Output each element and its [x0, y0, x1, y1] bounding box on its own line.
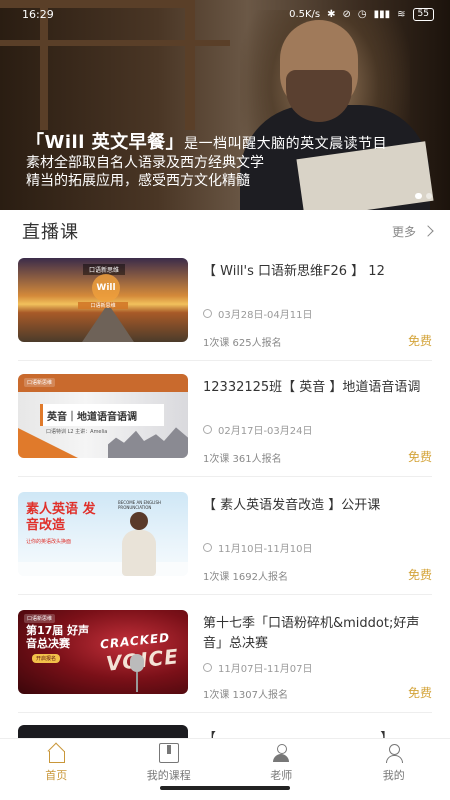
course-price: 免费 — [407, 568, 432, 582]
banner-title: 「Will 英文早餐」 — [26, 132, 185, 153]
divider — [18, 476, 432, 477]
clock-icon — [203, 663, 212, 672]
bluetooth-icon: ✱ — [327, 8, 336, 20]
thumb-logo: Will — [92, 274, 120, 302]
course-date-text: 11月07日-11月07日 — [218, 664, 313, 675]
status-bar: 16:29 0.5K/s ✱ ⊘ ◷ ▮▮▮ ≋ 55 — [0, 0, 450, 28]
course-date-text: 11月10日-11月10日 — [218, 544, 313, 555]
thumb-headline: 第17届 好声音总决赛 — [26, 624, 90, 650]
thumb-sub: 让你的英语改头换面 — [26, 539, 72, 545]
mute-icon: ⊘ — [342, 8, 351, 20]
wifi-icon: ≋ — [397, 8, 406, 20]
course-card[interactable]: 口语新思维 第17届 好声音总决赛 开启报名 CRACKED VOICE 第十七… — [18, 610, 432, 710]
course-title: 12332125班【 英音 】地道语音语调 — [203, 380, 421, 395]
thumb-headline: 英音｜地道语音语调 — [40, 404, 164, 426]
tab-teacher[interactable]: 老师 — [231, 743, 331, 783]
user-icon — [384, 743, 404, 763]
clock-icon — [203, 425, 212, 434]
thumb-tag: 口语新思维 — [78, 302, 128, 309]
course-title: 【 素人英语发音改造 】公开课 — [203, 498, 381, 513]
more-link[interactable]: 更多 — [391, 223, 434, 240]
course-thumbnail: 素人英语 发音改造 让你的英语改头换面 BECOME AN ENGLISH PR… — [18, 492, 188, 576]
clock-icon — [203, 309, 212, 318]
carousel-dot[interactable] — [415, 193, 422, 199]
divider — [18, 360, 432, 361]
network-speed: 0.5K/s — [289, 8, 321, 20]
home-icon — [46, 743, 66, 763]
banner-text: 「Will 英文早餐」是一档叫醒大脑的英文晨读节目 素材全部取自名人语录及西方经… — [26, 128, 387, 190]
divider — [18, 712, 432, 713]
course-date-text: 02月17日-03月24日 — [218, 426, 313, 437]
course-price: 免费 — [407, 334, 432, 348]
course-meta: 1次课 1307人报名 — [203, 690, 288, 701]
clock-icon — [203, 543, 212, 552]
course-date: 11月07日-11月07日 — [203, 660, 313, 675]
section-title: 直播课 — [22, 222, 79, 243]
tab-home[interactable]: 首页 — [6, 743, 106, 783]
bottom-tab-bar: 首页 我的课程 老师 我的 — [0, 738, 450, 800]
book-icon — [158, 743, 179, 763]
home-indicator — [160, 786, 290, 790]
thumb-brand: 口语新思维 — [24, 614, 56, 623]
divider — [18, 594, 432, 595]
tab-me[interactable]: 我的 — [344, 743, 444, 783]
carousel-dot[interactable] — [426, 193, 432, 199]
microphone-icon — [130, 654, 144, 672]
tab-label: 我的课程 — [146, 769, 191, 782]
course-title: 【 Will's 口语新思维F26 】 12 — [203, 264, 385, 279]
course-meta: 1次课 1692人报名 — [203, 572, 288, 583]
course-thumbnail: 口语新思维 Will 口语新思维 — [18, 258, 188, 342]
thumb-brand: 口语新思维 — [24, 378, 56, 387]
status-icons: 0.5K/s ✱ ⊘ ◷ ▮▮▮ ≋ 55 — [289, 7, 434, 21]
status-time: 16:29 — [22, 7, 54, 21]
thumb-en: BECOME AN ENGLISH PRONUNCIATION — [118, 500, 162, 510]
teacher-icon — [271, 743, 291, 763]
more-label: 更多 — [391, 224, 416, 239]
course-title: 第十七季「口语粉碎机&middot;好声音」总决赛 — [203, 616, 420, 651]
thumb-sub: 口语特训 L2 主讲：Amelia — [46, 429, 108, 435]
course-thumbnail: 口语新思维 第17届 好声音总决赛 开启报名 CRACKED VOICE — [18, 610, 188, 694]
thumb-pill: 开启报名 — [32, 654, 61, 663]
banner-line-2: 精当的拓展应用，感受西方文化精髓 — [26, 173, 250, 189]
tab-my-courses[interactable]: 我的课程 — [119, 743, 219, 783]
battery-icon: 55 — [412, 7, 434, 21]
course-date: 11月10日-11月10日 — [203, 540, 313, 555]
chevron-right-icon — [422, 225, 434, 237]
course-date-text: 03月28日-04月11日 — [218, 310, 313, 321]
course-card[interactable]: 口语新思维 英音｜地道语音语调 口语特训 L2 主讲：Amelia 123321… — [18, 374, 432, 474]
course-meta: 1次课 361人报名 — [203, 454, 282, 465]
tab-label: 老师 — [270, 769, 293, 782]
tab-label: 我的 — [382, 769, 405, 782]
course-meta: 1次课 625人报名 — [203, 338, 282, 349]
course-price: 免费 — [407, 450, 432, 464]
course-price: 免费 — [407, 686, 432, 700]
banner-line-1: 素材全部取自名人语录及西方经典文学 — [26, 155, 264, 171]
banner-title-suffix: 是一档叫醒大脑的英文晨读节目 — [184, 136, 388, 152]
alarm-icon: ◷ — [357, 8, 367, 20]
thumb-headline: 素人英语 发音改造 — [26, 502, 96, 533]
course-card[interactable]: 素人英语 发音改造 让你的英语改头换面 BECOME AN ENGLISH PR… — [18, 492, 432, 592]
course-thumbnail: 口语新思维 英音｜地道语音语调 口语特训 L2 主讲：Amelia — [18, 374, 188, 458]
course-card[interactable]: 口语新思维 Will 口语新思维 【 Will's 口语新思维F26 】 12 … — [18, 258, 432, 358]
tab-label: 首页 — [45, 769, 68, 782]
signal-icon: ▮▮▮ — [373, 8, 391, 20]
course-date: 02月17日-03月24日 — [203, 422, 313, 437]
carousel-dots — [415, 193, 432, 199]
promo-banner[interactable]: 「Will 英文早餐」是一档叫醒大脑的英文晨读节目 素材全部取自名人语录及西方经… — [0, 0, 450, 210]
live-courses-header: 直播课 更多 — [0, 218, 450, 244]
course-date: 03月28日-04月11日 — [203, 306, 313, 321]
